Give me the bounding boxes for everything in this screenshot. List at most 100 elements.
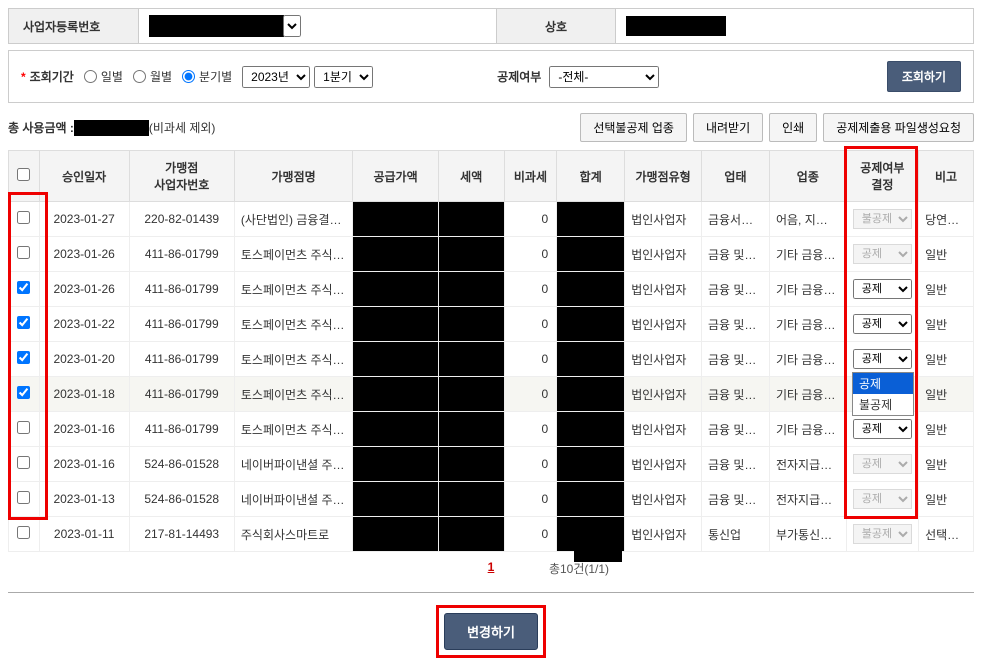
- cell-tax: [438, 412, 504, 447]
- cell-category: 금융 및…: [701, 482, 769, 517]
- table-row: 2023-01-27220-82-01439(사단법인) 금융결…0법인사업자금…: [9, 202, 974, 237]
- deduct-select[interactable]: 공제불공제: [853, 489, 912, 509]
- cell-note: 일반: [919, 307, 974, 342]
- cell-bizno: 411-86-01799: [129, 307, 234, 342]
- cell-name: 토스페이먼츠 주식…: [234, 237, 352, 272]
- cell-name: 네이버파이낸셜 주…: [234, 447, 352, 482]
- row-checkbox[interactable]: [17, 421, 30, 434]
- deduct-select[interactable]: 공제불공제: [853, 419, 912, 439]
- cell-bizno: 411-86-01799: [129, 237, 234, 272]
- cell-kind: 부가통신…: [769, 517, 846, 552]
- cell-category: 금융서비스: [701, 202, 769, 237]
- cell-total: [557, 307, 625, 342]
- cell-notax: 0: [504, 482, 557, 517]
- cell-total: [557, 482, 625, 517]
- radio-quarterly[interactable]: 분기별: [182, 68, 232, 85]
- col-biztype-header: 가맹점유형: [625, 151, 702, 202]
- cell-kind: 기타 금융…: [769, 377, 846, 412]
- row-checkbox[interactable]: [17, 351, 30, 364]
- dropdown-option-nodeduct[interactable]: 불공제: [853, 394, 913, 415]
- exclude-category-button[interactable]: 선택불공제 업종: [580, 113, 687, 142]
- filegen-button[interactable]: 공제제출용 파일생성요청: [823, 113, 974, 142]
- cell-bizno: 411-86-01799: [129, 412, 234, 447]
- col-bizno-header: 가맹점 사업자번호: [129, 151, 234, 202]
- row-checkbox[interactable]: [17, 211, 30, 224]
- row-checkbox[interactable]: [17, 456, 30, 469]
- quarter-select[interactable]: 1분기: [314, 66, 373, 88]
- cell-biztype: 법인사업자: [625, 202, 702, 237]
- deduct-select[interactable]: 공제불공제: [853, 244, 912, 264]
- row-checkbox[interactable]: [17, 491, 30, 504]
- biz-no-redacted: [149, 15, 284, 37]
- cell-deduct: 공제불공제: [846, 237, 918, 272]
- submit-highlight: 변경하기: [436, 605, 546, 658]
- cell-bizno: 220-82-01439: [129, 202, 234, 237]
- print-button[interactable]: 인쇄: [769, 113, 817, 142]
- select-all-checkbox[interactable]: [17, 168, 30, 181]
- table-row: 2023-01-16411-86-01799토스페이먼츠 주식…0법인사업자금융…: [9, 412, 974, 447]
- cell-note: 일반: [919, 272, 974, 307]
- row-checkbox[interactable]: [17, 281, 30, 294]
- col-category-header: 업태: [701, 151, 769, 202]
- radio-monthly[interactable]: 월별: [133, 68, 172, 85]
- cell-biztype: 법인사업자: [625, 272, 702, 307]
- col-deduct-header: 공제여부 결정: [846, 151, 918, 202]
- required-star: *: [21, 70, 26, 84]
- cell-total: [557, 237, 625, 272]
- total-usage-label: 총 사용금액 :: [8, 119, 74, 136]
- search-button[interactable]: 조회하기: [887, 61, 961, 92]
- cell-notax: 0: [504, 307, 557, 342]
- row-checkbox[interactable]: [17, 246, 30, 259]
- cell-deduct: 공제불공제: [846, 447, 918, 482]
- table-row: 2023-01-22411-86-01799토스페이먼츠 주식…0법인사업자금융…: [9, 307, 974, 342]
- cell-category: 금융 및…: [701, 272, 769, 307]
- cell-total: [557, 412, 625, 447]
- cell-note: 일반: [919, 412, 974, 447]
- dropdown-option-deduct[interactable]: 공제: [853, 373, 913, 394]
- cell-total: [557, 447, 625, 482]
- deduct-select[interactable]: 공제불공제: [853, 279, 912, 299]
- deduct-select[interactable]: 공제불공제: [853, 454, 912, 474]
- row-checkbox[interactable]: [17, 386, 30, 399]
- submit-wrap: 변경하기: [8, 605, 974, 658]
- row-checkbox[interactable]: [17, 526, 30, 539]
- col-total-header: 합계: [557, 151, 625, 202]
- deduct-filter-select[interactable]: -전체-: [549, 66, 659, 88]
- cell-supply: [353, 307, 439, 342]
- deduct-select[interactable]: 공제불공제: [853, 314, 912, 334]
- cell-notax: 0: [504, 447, 557, 482]
- cell-kind: 기타 금융…: [769, 272, 846, 307]
- cell-category: 금융 및…: [701, 377, 769, 412]
- excl-tax-note: (비과세 제외): [149, 119, 216, 136]
- cell-bizno: 411-86-01799: [129, 342, 234, 377]
- cell-note: 일반: [919, 237, 974, 272]
- deduct-select[interactable]: 공제불공제: [853, 524, 912, 544]
- cell-note: 일반: [919, 342, 974, 377]
- cell-date: 2023-01-20: [39, 342, 129, 377]
- deduct-filter-label: 공제여부: [497, 68, 541, 85]
- deduct-select[interactable]: 공제불공제: [853, 209, 912, 229]
- cell-name: (사단법인) 금융결…: [234, 202, 352, 237]
- filter-bar: * 조회기간 일별 월별 분기별 2023년 1분기 공제여부 -전체- 조회하…: [8, 50, 974, 103]
- cell-date: 2023-01-26: [39, 237, 129, 272]
- cell-note: 일반: [919, 377, 974, 412]
- cell-supply: [353, 482, 439, 517]
- apply-button[interactable]: 변경하기: [444, 613, 538, 650]
- download-button[interactable]: 내려받기: [693, 113, 763, 142]
- radio-daily[interactable]: 일별: [84, 68, 123, 85]
- cell-name: 토스페이먼츠 주식…: [234, 377, 352, 412]
- deduct-dropdown-open[interactable]: 공제 불공제: [852, 372, 914, 416]
- deduct-select[interactable]: 공제불공제: [853, 349, 912, 369]
- year-select[interactable]: 2023년: [242, 66, 310, 88]
- table-row: 2023-01-13524-86-01528네이버파이낸셜 주…0법인사업자금융…: [9, 482, 974, 517]
- cell-tax: [438, 307, 504, 342]
- page-current[interactable]: 1: [488, 560, 495, 574]
- table-row: 2023-01-16524-86-01528네이버파이낸셜 주…0법인사업자금융…: [9, 447, 974, 482]
- cell-supply: [353, 517, 439, 552]
- col-name-header: 가맹점명: [234, 151, 352, 202]
- cell-total: [557, 202, 625, 237]
- row-checkbox[interactable]: [17, 316, 30, 329]
- cell-date: 2023-01-26: [39, 272, 129, 307]
- biz-no-select[interactable]: [283, 15, 301, 37]
- cell-category: 금융 및…: [701, 307, 769, 342]
